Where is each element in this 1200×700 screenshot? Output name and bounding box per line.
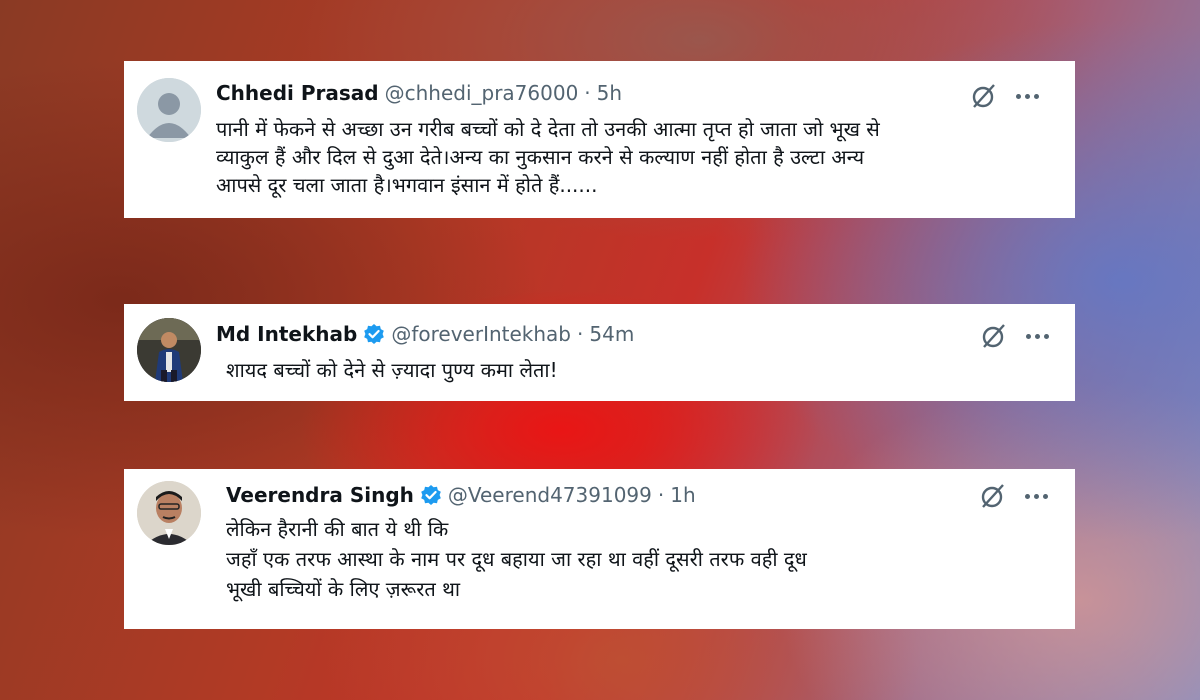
author-handle[interactable]: @foreverIntekhab xyxy=(391,322,571,346)
verified-badge-icon xyxy=(420,484,442,506)
tweet-timestamp[interactable]: 1h xyxy=(670,483,695,507)
separator-dot: · xyxy=(577,322,584,346)
tweet-text-line: भूखी बच्चियों के लिए ज़रूरत था xyxy=(226,577,461,601)
author-handle[interactable]: @chhedi_pra76000 xyxy=(385,81,579,105)
page-background: { "tweets": [ { "name": "Chhedi Prasad",… xyxy=(0,0,1200,700)
author-handle[interactable]: @Veerend47391099 xyxy=(448,483,652,507)
avatar[interactable] xyxy=(137,481,201,545)
tweet-timestamp[interactable]: 5h xyxy=(597,81,622,105)
tweet-text: लेकिन हैरानी की बात ये थी कि जहाँ एक तरफ… xyxy=(226,515,1045,603)
author-name[interactable]: Md Intekhab xyxy=(216,322,357,346)
more-options-icon[interactable] xyxy=(1016,94,1039,99)
profile-photo xyxy=(137,481,201,545)
verified-badge-icon xyxy=(363,323,385,345)
tweet-text-line: पानी में फेकने से अच्छा उन गरीब बच्चों क… xyxy=(216,117,880,141)
default-avatar-icon xyxy=(137,78,201,142)
tweet-text-line: व्याकुल हैं और दिल से दुआ देते।अन्य का न… xyxy=(216,145,865,169)
more-options-icon[interactable] xyxy=(1026,334,1049,339)
profile-photo xyxy=(137,318,201,382)
separator-dot: · xyxy=(657,483,665,507)
author-name[interactable]: Veerendra Singh xyxy=(226,483,414,507)
tweet-text-line: लेकिन हैरानी की बात ये थी कि xyxy=(226,517,449,541)
tweet-card[interactable]: Veerendra Singh @Veerend47391099 · 1h ले… xyxy=(124,469,1075,629)
author-name[interactable]: Chhedi Prasad xyxy=(216,81,379,105)
more-options-icon[interactable] xyxy=(1025,494,1048,499)
grok-icon[interactable] xyxy=(981,323,1007,349)
separator-dot: · xyxy=(584,81,591,105)
tweet-text: शायद बच्चों को देने से ज़्यादा पुण्य कमा… xyxy=(226,356,1045,384)
tweet-timestamp[interactable]: 54m xyxy=(589,322,634,346)
grok-icon[interactable] xyxy=(971,83,997,109)
tweet-card[interactable]: Md Intekhab @foreverIntekhab · 54m शायद … xyxy=(124,304,1075,401)
avatar[interactable] xyxy=(137,78,201,142)
grok-icon[interactable] xyxy=(980,483,1006,509)
tweet-text-line: शायद बच्चों को देने से ज़्यादा पुण्य कमा… xyxy=(226,358,558,382)
tweet-text-line: जहाँ एक तरफ आस्था के नाम पर दूध बहाया जा… xyxy=(226,547,807,571)
tweet-card[interactable]: Chhedi Prasad @chhedi_pra76000 · 5h पानी… xyxy=(124,61,1075,218)
tweet-text-line: आपसे दूर चला जाता है।भगवान इंसान में होत… xyxy=(216,173,598,197)
tweet-text: पानी में फेकने से अच्छा उन गरीब बच्चों क… xyxy=(216,115,1045,199)
avatar[interactable] xyxy=(137,318,201,382)
